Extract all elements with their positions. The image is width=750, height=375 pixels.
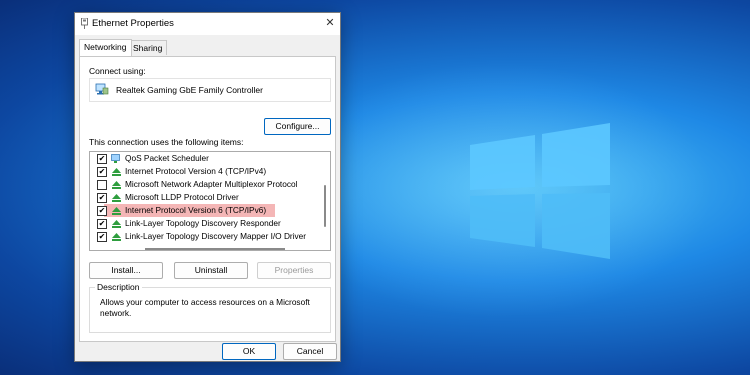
- items-list[interactable]: ✔ QoS Packet Scheduler ✔ Internet Protoc…: [89, 151, 331, 251]
- list-item[interactable]: ✔ QoS Packet Scheduler: [90, 152, 318, 165]
- adapter-box: Realtek Gaming GbE Family Controller: [89, 78, 331, 102]
- close-button[interactable]: ✕: [323, 16, 337, 30]
- list-item-label: Microsoft Network Adapter Multiplexor Pr…: [125, 179, 298, 189]
- list-item[interactable]: ✔ Microsoft LLDP Protocol Driver: [90, 191, 318, 204]
- list-item-highlighted[interactable]: ✔ Internet Protocol Version 6 (TCP/IPv6): [90, 204, 318, 217]
- checkbox[interactable]: ✔: [97, 206, 107, 216]
- checkbox[interactable]: ✔: [97, 154, 107, 164]
- list-item[interactable]: Microsoft Network Adapter Multiplexor Pr…: [90, 178, 318, 191]
- uninstall-button[interactable]: Uninstall: [174, 262, 248, 279]
- list-item-label: QoS Packet Scheduler: [125, 153, 209, 163]
- ok-button[interactable]: OK: [222, 343, 276, 360]
- list-item[interactable]: ✔ Internet Protocol Version 4 (TCP/IPv4): [90, 165, 318, 178]
- description-text: Allows your computer to access resources…: [100, 297, 310, 318]
- ethernet-icon: [81, 18, 88, 29]
- list-item[interactable]: ✔ Link-Layer Topology Discovery Responde…: [90, 217, 318, 230]
- title-bar: Ethernet Properties ✕: [75, 13, 340, 35]
- adapter-name: Realtek Gaming GbE Family Controller: [116, 85, 263, 95]
- tab-sharing[interactable]: Sharing: [128, 40, 168, 55]
- ethernet-properties-dialog: Ethernet Properties ✕ Networking Sharing…: [74, 12, 341, 362]
- scheduler-icon: [111, 154, 120, 163]
- list-item-label: Internet Protocol Version 4 (TCP/IPv4): [125, 166, 267, 176]
- tab-networking[interactable]: Networking: [79, 39, 132, 56]
- horizontal-scrollbar-thumb[interactable]: [145, 248, 285, 250]
- configure-button[interactable]: Configure...: [264, 118, 331, 135]
- list-item-label: Link-Layer Topology Discovery Responder: [125, 218, 281, 228]
- windows-logo: [470, 123, 610, 259]
- vertical-scrollbar-thumb[interactable]: [324, 185, 326, 227]
- list-item-label: Microsoft LLDP Protocol Driver: [125, 192, 239, 202]
- protocol-icon: [112, 194, 121, 202]
- networking-panel: Connect using: Realtek Gaming GbE Family…: [79, 56, 336, 342]
- window-title: Ethernet Properties: [92, 18, 174, 29]
- install-button[interactable]: Install...: [89, 262, 163, 279]
- protocol-icon: [112, 233, 121, 241]
- cancel-button[interactable]: Cancel: [283, 343, 337, 360]
- list-item-label: Internet Protocol Version 6 (TCP/IPv6): [125, 205, 267, 215]
- list-item-label: Link-Layer Topology Discovery Mapper I/O…: [125, 231, 307, 241]
- checkbox[interactable]: ✔: [97, 193, 107, 203]
- checkbox[interactable]: ✔: [97, 219, 107, 229]
- checkbox[interactable]: ✔: [97, 232, 107, 242]
- description-group: Description Allows your computer to acce…: [89, 282, 331, 333]
- description-legend: Description: [95, 282, 142, 292]
- protocol-icon: [112, 168, 121, 176]
- items-label: This connection uses the following items…: [89, 137, 244, 147]
- protocol-icon: [112, 220, 121, 228]
- list-item[interactable]: ✔ Link-Layer Topology Discovery Mapper I…: [90, 230, 318, 243]
- protocol-icon: [112, 181, 121, 189]
- connect-using-label: Connect using:: [89, 66, 146, 76]
- network-adapter-icon: [95, 83, 109, 95]
- properties-button[interactable]: Properties: [257, 262, 331, 279]
- checkbox[interactable]: ✔: [97, 167, 107, 177]
- checkbox[interactable]: [97, 180, 107, 190]
- protocol-icon: [112, 207, 121, 215]
